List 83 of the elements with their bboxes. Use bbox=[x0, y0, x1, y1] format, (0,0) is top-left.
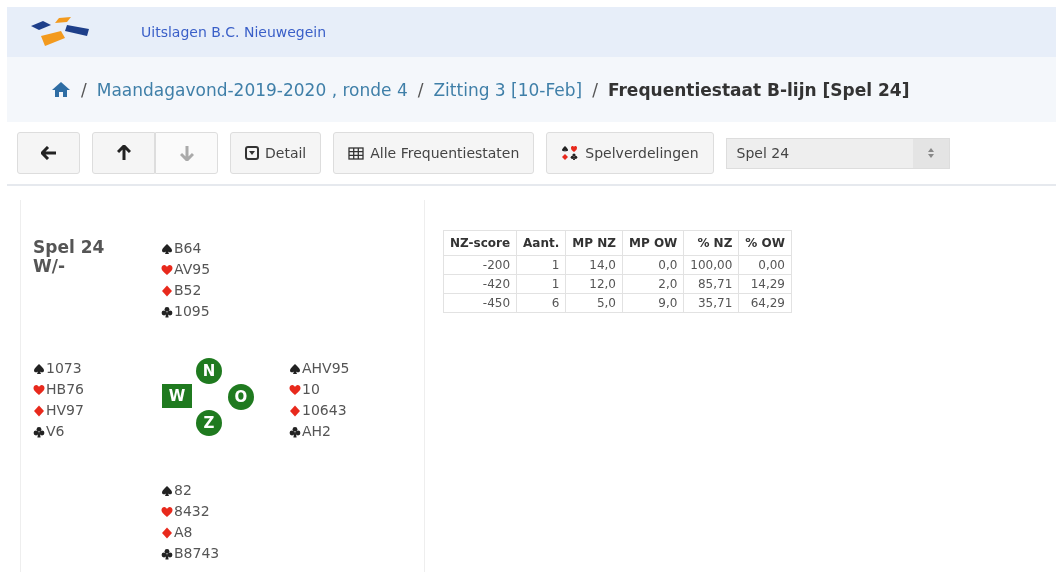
club-icon bbox=[33, 425, 45, 438]
up-button[interactable] bbox=[92, 132, 155, 174]
separator: / bbox=[81, 79, 87, 100]
column-header: NZ-score bbox=[443, 230, 517, 256]
vulnerability: W/- bbox=[33, 257, 66, 276]
grid-button[interactable]: Alle Frequentiestaten bbox=[333, 132, 535, 174]
card-holding: 82 bbox=[174, 481, 192, 500]
diamond-icon bbox=[289, 404, 301, 417]
heart-icon bbox=[161, 263, 173, 276]
home-icon[interactable] bbox=[51, 81, 71, 98]
table-cell: -420 bbox=[443, 274, 517, 294]
spade-icon bbox=[161, 484, 173, 497]
separator: / bbox=[417, 79, 424, 100]
club-icon bbox=[161, 305, 173, 318]
deal-title: Spel 24 bbox=[33, 238, 106, 257]
table-cell: 1 bbox=[516, 255, 566, 275]
card-holding: HV97 bbox=[46, 401, 84, 420]
diamond-icon bbox=[161, 284, 173, 297]
table-cell: 35,71 bbox=[683, 293, 739, 313]
table-cell: -200 bbox=[443, 255, 517, 275]
table-cell: 6 bbox=[516, 293, 566, 313]
column-header: MP OW bbox=[622, 230, 684, 256]
seat-marker: N bbox=[196, 358, 222, 384]
separator: / bbox=[592, 79, 598, 100]
table-cell: 2,0 bbox=[622, 274, 684, 294]
breadcrumb-link[interactable]: Maandagavond-2019-2020 , ronde 4 bbox=[96, 79, 408, 100]
table-icon bbox=[348, 146, 365, 160]
card-holding: 10643 bbox=[302, 401, 347, 420]
dropdown-box-icon bbox=[245, 146, 259, 160]
card-holding: HB76 bbox=[46, 380, 84, 399]
dealer-seat-marker: W bbox=[162, 384, 192, 408]
spade-icon bbox=[161, 242, 173, 255]
deal-select[interactable]: Spel 24 bbox=[725, 137, 950, 169]
table-cell: 0,0 bbox=[622, 255, 684, 275]
card-holding: AH2 bbox=[302, 422, 331, 441]
table-cell: 64,29 bbox=[738, 293, 792, 313]
card-holding: AV95 bbox=[174, 260, 211, 279]
sort-icon bbox=[926, 147, 935, 159]
site-title[interactable]: Uitslagen B.C. Nieuwegein bbox=[141, 24, 327, 40]
diamond-icon bbox=[33, 404, 45, 417]
card-holding: 1073 bbox=[46, 359, 82, 378]
up-arrow-icon bbox=[116, 145, 131, 161]
table-cell: 1 bbox=[516, 274, 566, 294]
breadcrumb-link[interactable]: Zitting 3 [10-Feb] bbox=[433, 79, 583, 100]
seat-marker: Z bbox=[196, 410, 222, 436]
table-cell: 14,0 bbox=[565, 255, 623, 275]
card-holding: B52 bbox=[174, 281, 202, 300]
club-icon bbox=[161, 547, 173, 560]
column-header: MP NZ bbox=[565, 230, 623, 256]
card-suits-icon bbox=[561, 145, 580, 161]
card-holding: 10 bbox=[302, 380, 320, 399]
seat-marker: O bbox=[228, 384, 254, 410]
heart-icon bbox=[33, 383, 45, 396]
card-holding: B8743 bbox=[174, 544, 220, 563]
left-arrow-icon bbox=[40, 146, 57, 160]
heart-icon bbox=[289, 383, 301, 396]
spade-icon bbox=[33, 362, 45, 375]
card-holding: B64 bbox=[174, 239, 202, 258]
down-arrow-icon bbox=[179, 145, 194, 161]
table-cell: 0,00 bbox=[738, 255, 792, 275]
diamond-icon bbox=[161, 526, 173, 539]
spade-icon bbox=[289, 362, 301, 375]
club-icon bbox=[289, 425, 301, 438]
card-holding: 8432 bbox=[174, 502, 210, 521]
card-holding: 1095 bbox=[174, 302, 210, 321]
table-cell: 14,29 bbox=[738, 274, 792, 294]
detail-button[interactable]: Detail bbox=[230, 132, 322, 174]
table-cell: 9,0 bbox=[622, 293, 684, 313]
back-button[interactable] bbox=[17, 132, 80, 174]
table-cell: -450 bbox=[443, 293, 517, 313]
table-cell: 100,00 bbox=[683, 255, 739, 275]
column-header: % OW bbox=[738, 230, 792, 256]
card-holding: AHV95 bbox=[302, 359, 350, 378]
suits-button[interactable]: Spelverdelingen bbox=[546, 132, 714, 174]
page-title: Frequentiestaat B-lijn [Spel 24] bbox=[607, 79, 910, 100]
column-header: % NZ bbox=[683, 230, 739, 256]
card-holding: V6 bbox=[46, 422, 65, 441]
heart-icon bbox=[161, 505, 173, 518]
table-cell: 5,0 bbox=[565, 293, 623, 313]
column-header: Aant. bbox=[516, 230, 566, 256]
table-cell: 85,71 bbox=[683, 274, 739, 294]
card-holding: A8 bbox=[174, 523, 193, 542]
table-cell: 12,0 bbox=[565, 274, 623, 294]
